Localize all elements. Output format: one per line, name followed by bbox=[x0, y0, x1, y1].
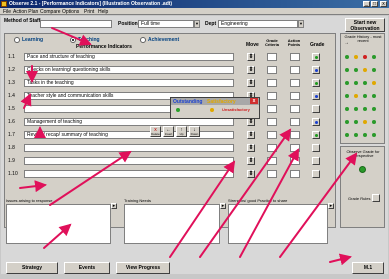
annotation-arrow bbox=[279, 152, 358, 258]
annotation-arrow bbox=[169, 160, 236, 258]
annotation-arrow bbox=[20, 93, 32, 109]
annotation-arrow bbox=[51, 27, 92, 46]
annotation-arrow bbox=[19, 180, 47, 193]
annotation-arrow bbox=[329, 253, 352, 266]
annotation-arrow bbox=[49, 150, 132, 206]
annotation-arrows bbox=[19, 27, 358, 266]
annotation-arrow bbox=[43, 223, 72, 249]
annotation-arrow bbox=[239, 148, 299, 258]
